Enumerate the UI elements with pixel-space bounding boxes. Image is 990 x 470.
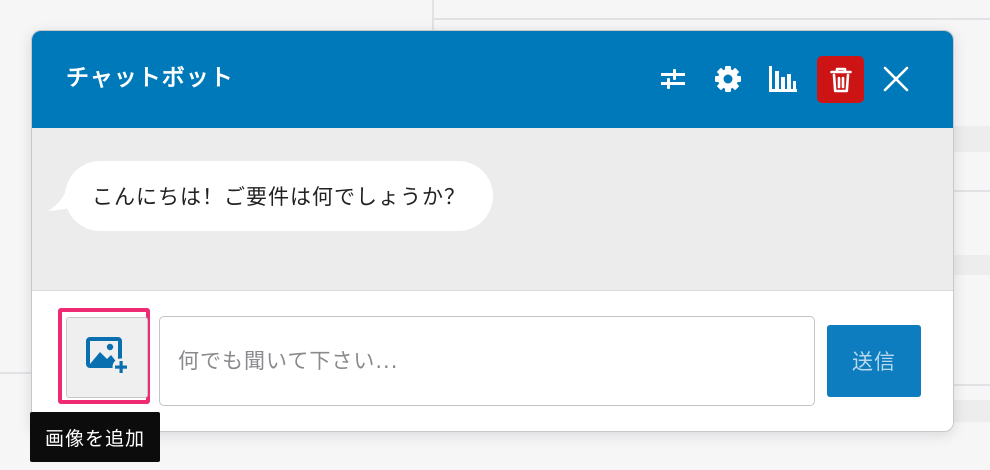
background-divider — [434, 18, 990, 20]
background-divider — [952, 190, 990, 192]
gear-icon — [714, 65, 742, 93]
sliders-icon — [659, 67, 687, 91]
background-divider — [432, 0, 434, 30]
bot-message-text: こんにちは！ご要件は何でしょうか？ — [92, 185, 466, 209]
settings-button[interactable] — [704, 55, 752, 103]
chat-input-bar: 送信 — [32, 291, 953, 431]
chat-title: チャットボット — [66, 65, 234, 91]
delete-history-button[interactable] — [817, 56, 864, 103]
background-divider — [0, 372, 31, 374]
chat-header: チャットボット — [32, 31, 953, 128]
bar-chart-icon — [768, 65, 798, 93]
add-image-button[interactable] — [66, 317, 148, 398]
chatbot-window: チャットボット こんにちは！ご要件は何でしょうか？ 何でも聞いて下さい... 送… — [31, 30, 954, 432]
trash-icon — [829, 67, 852, 93]
message-area: こんにちは！ご要件は何でしょうか？ — [32, 128, 953, 291]
bot-message-bubble: こんにちは！ご要件は何でしょうか？ — [65, 161, 493, 231]
image-add-icon — [85, 336, 130, 380]
close-button[interactable] — [872, 55, 920, 103]
adjust-settings-button[interactable] — [649, 55, 697, 103]
background-row — [952, 126, 990, 152]
send-button[interactable]: 送信 — [827, 325, 921, 397]
background-row — [952, 255, 990, 275]
background-divider — [952, 384, 990, 386]
add-image-tooltip: 画像を追加 — [30, 412, 161, 462]
message-input[interactable] — [159, 316, 815, 406]
statistics-button[interactable] — [759, 55, 807, 103]
close-icon — [883, 66, 909, 92]
background-row — [952, 400, 990, 422]
